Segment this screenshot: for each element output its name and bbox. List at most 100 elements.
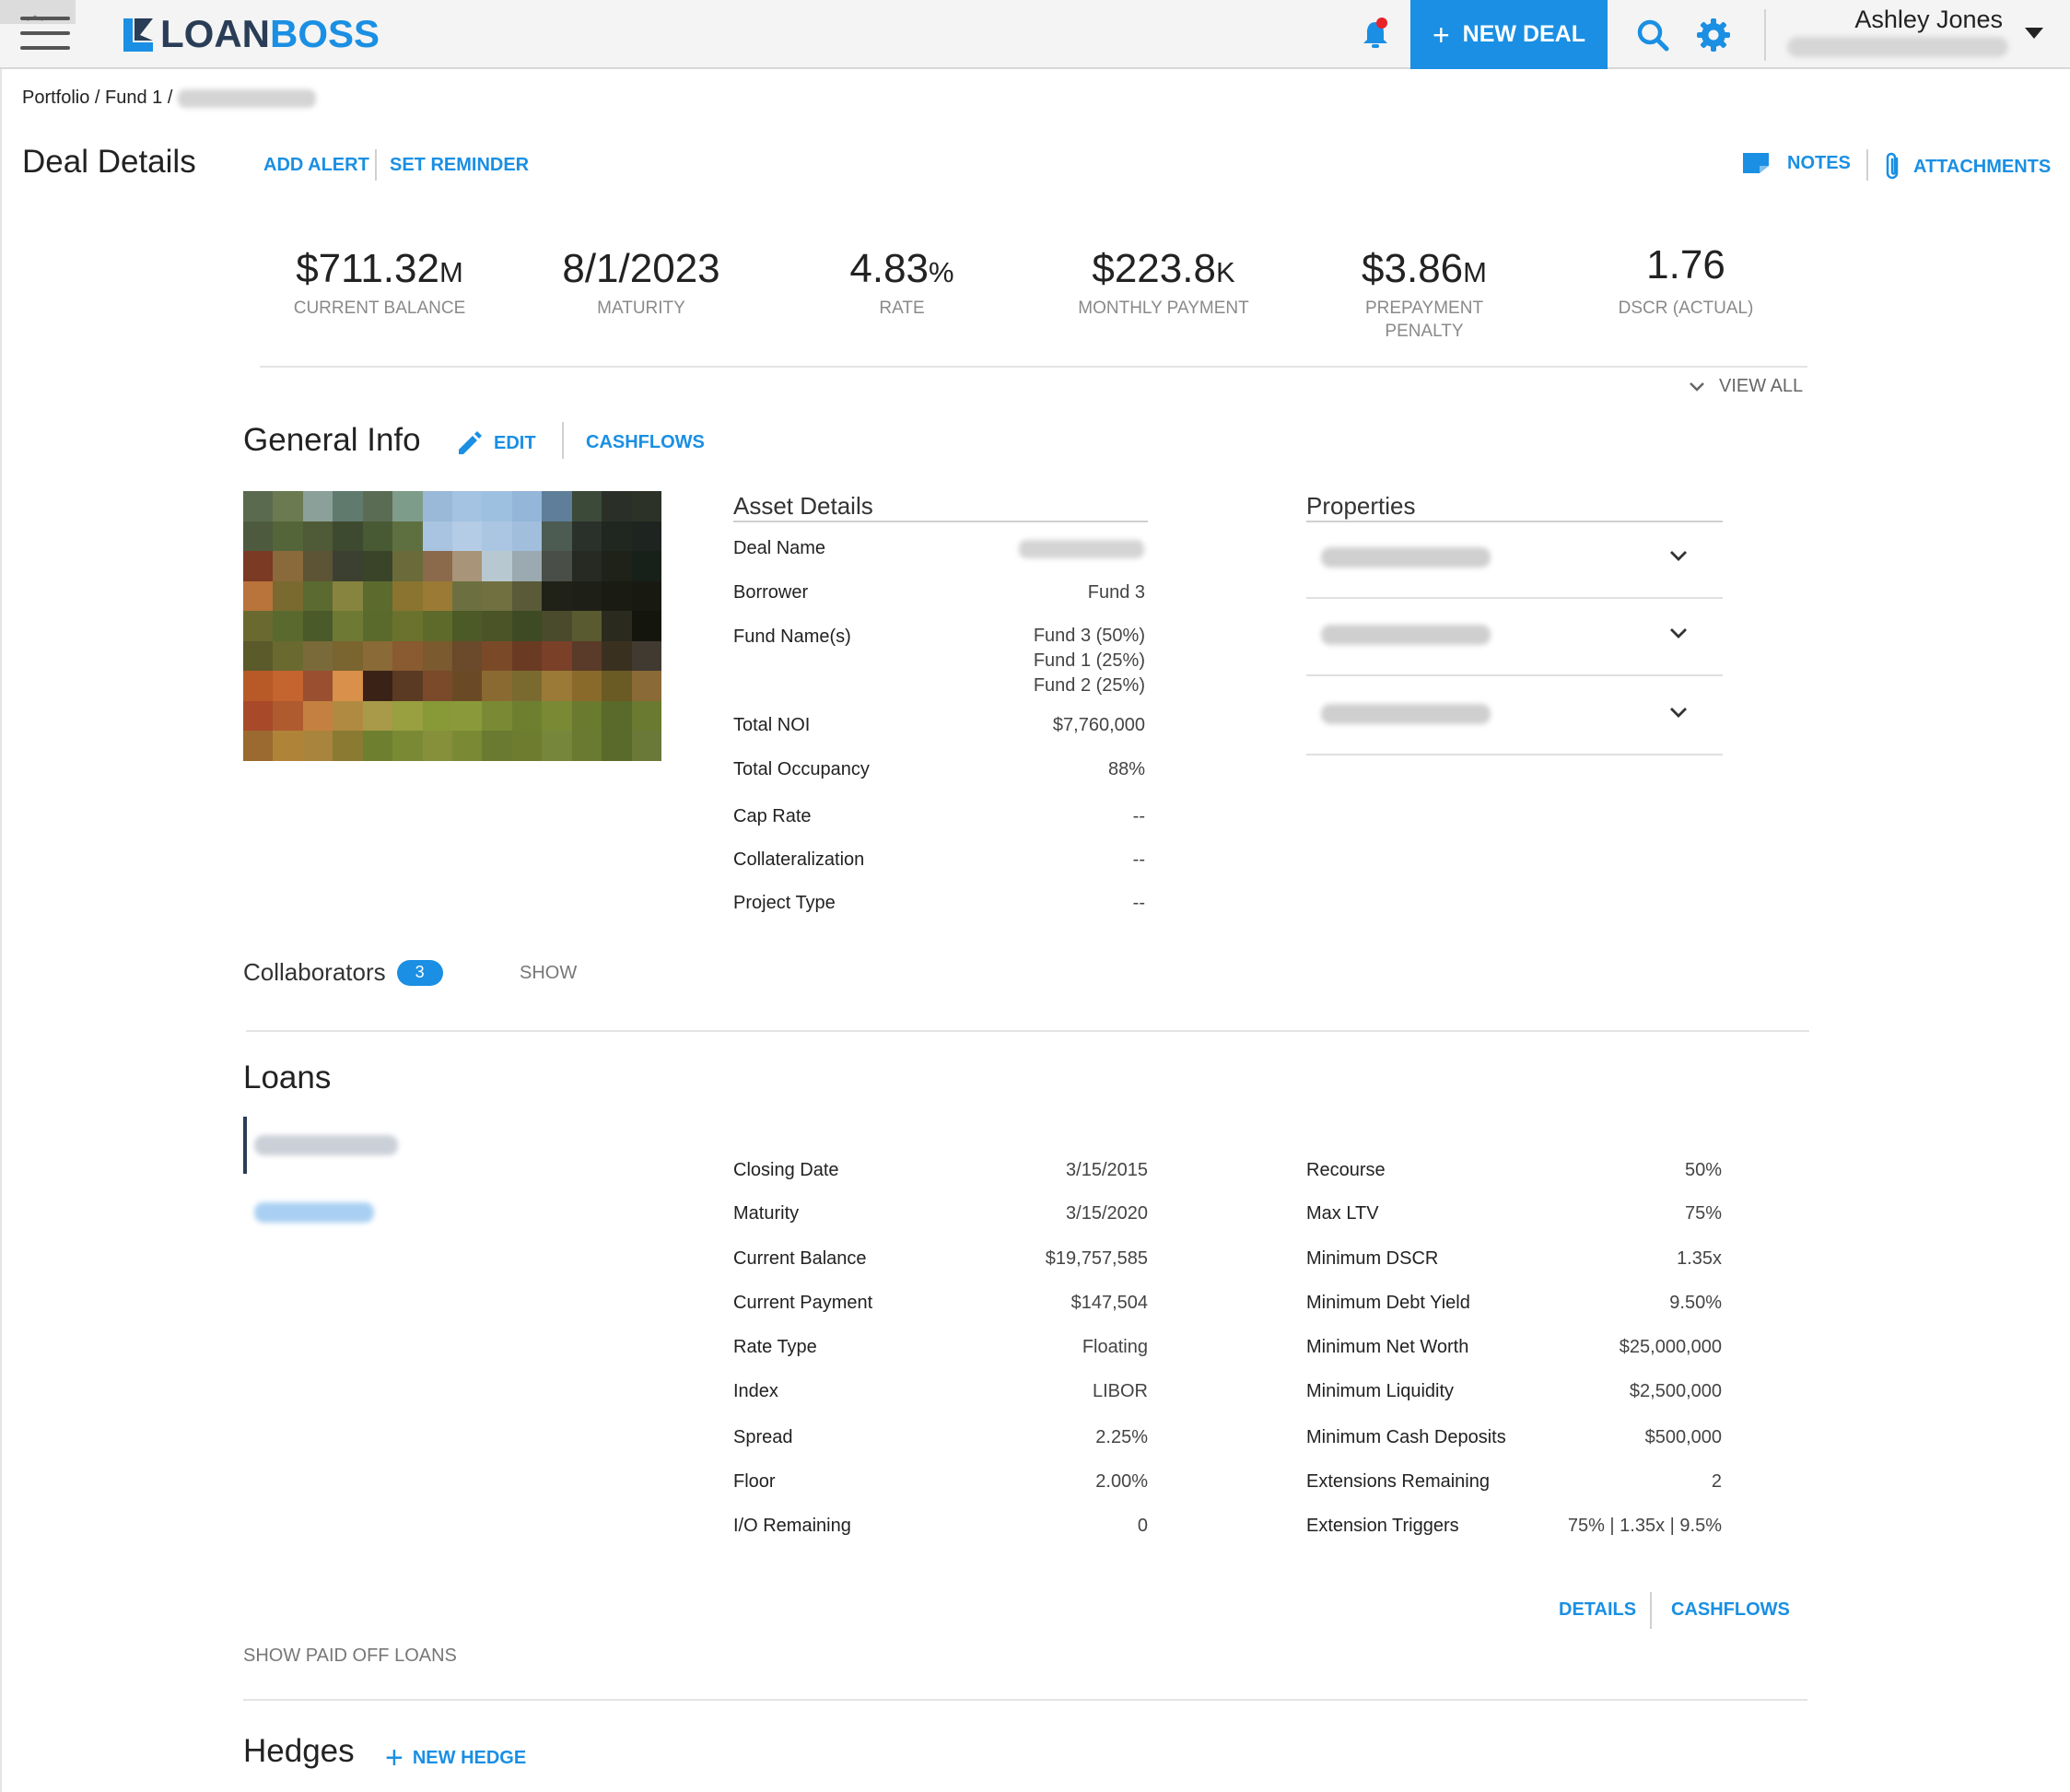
loan-term-value: 0 (1137, 1516, 1148, 1536)
active-lender-indicator (243, 1117, 247, 1174)
set-reminder-link[interactable]: SET REMINDER (390, 155, 529, 176)
loan-term-value: $147,504 (1070, 1293, 1148, 1313)
page-title: Deal Details (22, 144, 196, 180)
divider (260, 366, 1807, 368)
lender-tab-redacted[interactable] (254, 1202, 374, 1223)
loan-term-label: Closing Date (733, 1160, 839, 1180)
loan-term-label: Minimum Debt Yield (1306, 1293, 1470, 1313)
asset-value-project-type: -- (1132, 893, 1145, 913)
bell-icon[interactable] (1360, 17, 1391, 52)
new-deal-button[interactable]: + NEW DEAL (1410, 0, 1608, 69)
view-all-label: VIEW ALL (1719, 376, 1804, 396)
loan-term-value: 2.25% (1095, 1427, 1148, 1447)
left-border (0, 69, 2, 1792)
attachments-button[interactable]: ATTACHMENTS (1884, 151, 2051, 182)
plus-icon: + (1432, 18, 1450, 52)
cashflows-link[interactable]: CASHFLOWS (586, 432, 705, 453)
loan-term-label: Current Balance (733, 1248, 867, 1269)
loans-title: Loans (243, 1060, 332, 1095)
loan-term-value: 3/15/2015 (1066, 1160, 1148, 1180)
loan-term-value: $500,000 (1644, 1427, 1722, 1447)
property-name-redacted (1321, 704, 1491, 724)
collaborators-count-badge: 3 (396, 959, 443, 986)
stat-label: CURRENT BALANCE (293, 299, 466, 318)
view-all-button[interactable]: VIEW ALL (1688, 376, 1803, 397)
loan-cashflows-link[interactable]: CASHFLOWS (1671, 1599, 1790, 1621)
loan-term-label: Recourse (1306, 1160, 1386, 1180)
loan-term-value: 3/15/2020 (1066, 1203, 1148, 1224)
asset-value-fund-names: Fund 3 (50%) Fund 1 (25%) Fund 2 (25%) (1033, 626, 1145, 696)
loan-term-label: Rate Type (733, 1337, 817, 1357)
pencil-icon (459, 431, 482, 454)
loan-term-value: 2 (1711, 1471, 1722, 1492)
show-collaborators-button[interactable]: SHOW (520, 963, 577, 984)
edit-button[interactable]: EDIT (455, 429, 536, 457)
chevron-down-icon (1670, 551, 1687, 561)
loan-term-value: $2,500,000 (1629, 1381, 1722, 1401)
asset-label-collateralization: Collateralization (733, 849, 865, 870)
divider (1866, 149, 1868, 181)
show-paid-off-loans-button[interactable]: SHOW PAID OFF LOANS (243, 1646, 457, 1667)
general-info-title: General Info (243, 422, 421, 458)
divider (562, 422, 564, 459)
asset-label-borrower: Borrower (733, 582, 809, 603)
loan-term-label: Minimum Cash Deposits (1306, 1427, 1506, 1447)
asset-label-fund-names: Fund Name(s) (733, 627, 851, 647)
stat-maturity: 8/1/2023 MATURITY (517, 249, 766, 320)
loan-term-label: Extensions Remaining (1306, 1471, 1490, 1492)
stat-label: RATE (879, 299, 925, 318)
property-row[interactable] (1306, 599, 1723, 676)
property-row[interactable] (1306, 521, 1723, 599)
asset-value-cap-rate: -- (1132, 806, 1145, 826)
breadcrumb-redacted (178, 88, 317, 108)
chevron-down-icon (1670, 628, 1687, 638)
logo-mark-icon (123, 18, 153, 52)
notes-button[interactable]: NOTES (1741, 151, 1851, 175)
divider (1650, 1592, 1652, 1629)
stat-label: MONTHLY PAYMENT (1078, 299, 1249, 318)
loan-term-label: I/O Remaining (733, 1516, 851, 1536)
menu-icon[interactable] (20, 13, 70, 53)
edit-label: EDIT (494, 432, 536, 453)
asset-label-total-noi: Total NOI (733, 715, 811, 735)
top-bar: ︿ LOANBOSS + NEW DEAL Ashley Jones (0, 0, 2070, 69)
lender-tab-redacted[interactable] (254, 1135, 398, 1155)
loan-term-value: 2.00% (1095, 1471, 1148, 1492)
breadcrumb-path[interactable]: Portfolio / Fund 1 / (22, 88, 172, 109)
stat-label: MATURITY (597, 299, 685, 318)
loan-term-label: Spread (733, 1427, 793, 1447)
loanboss-logo[interactable]: LOANBOSS (120, 11, 380, 57)
divider (733, 521, 1148, 522)
property-row[interactable] (1306, 678, 1723, 755)
stat-value: $711.32M (296, 246, 463, 291)
gear-icon[interactable] (1696, 18, 1731, 53)
user-org-redacted (1787, 37, 2008, 57)
collaborators: Collaborators 3 (243, 958, 443, 987)
asset-details-title: Asset Details (733, 492, 873, 520)
asset-label-project-type: Project Type (733, 893, 836, 913)
new-deal-label: NEW DEAL (1462, 21, 1585, 47)
property-photo (243, 491, 661, 761)
property-name-redacted (1321, 625, 1491, 645)
loan-term-label: Max LTV (1306, 1203, 1379, 1224)
divider (246, 1030, 1809, 1032)
plus-icon: + (385, 1740, 403, 1775)
note-icon (1743, 153, 1769, 173)
loan-term-label: Index (733, 1381, 778, 1401)
breadcrumb: Portfolio / Fund 1 / (22, 88, 317, 109)
loan-term-label: Floor (733, 1471, 776, 1492)
add-alert-link[interactable]: ADD ALERT (263, 155, 369, 176)
loan-details-link[interactable]: DETAILS (1559, 1599, 1636, 1621)
user-menu[interactable]: Ashley Jones (1783, 4, 2060, 64)
stat-label: PREPAYMENT PENALTY (1364, 299, 1484, 341)
new-hedge-button[interactable]: + NEW HEDGE (385, 1742, 526, 1774)
loan-term-label: Maturity (733, 1203, 800, 1224)
search-icon[interactable] (1636, 18, 1669, 52)
notes-label: NOTES (1787, 152, 1851, 173)
divider (243, 1699, 1807, 1701)
top-divider (1764, 9, 1766, 61)
loan-term-value: 50% (1684, 1160, 1722, 1180)
stat-value: $3.86M (1362, 246, 1487, 291)
new-hedge-label: NEW HEDGE (412, 1747, 527, 1768)
loan-term-value: $19,757,585 (1045, 1248, 1148, 1269)
